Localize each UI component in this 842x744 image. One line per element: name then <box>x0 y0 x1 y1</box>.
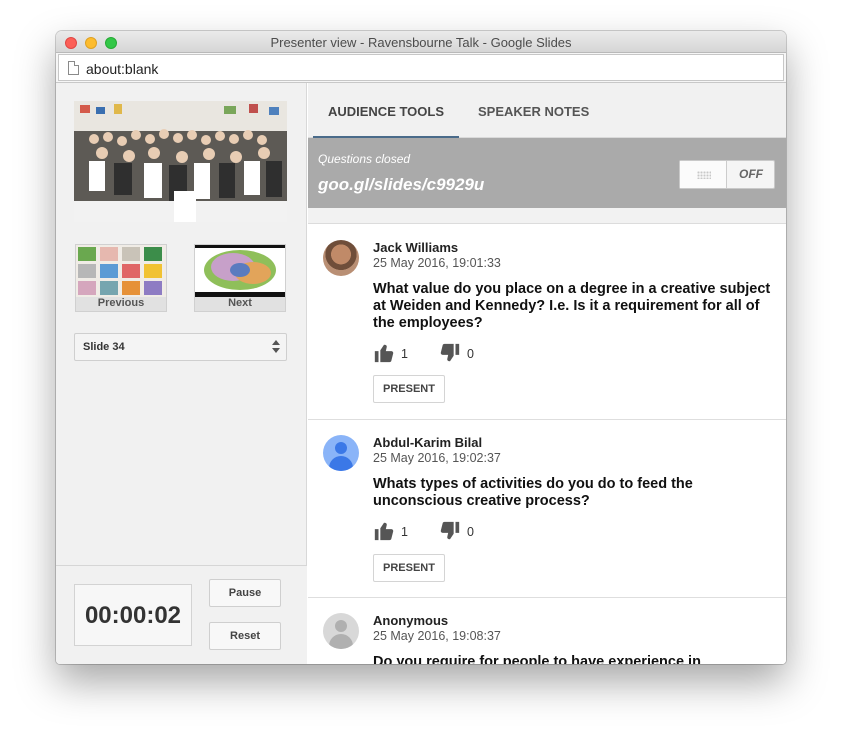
question-card: Abdul-Karim Bilal 25 May 2016, 19:02:37 … <box>308 420 786 598</box>
crowd-photo <box>74 101 287 222</box>
toggle-grip-icon <box>680 161 727 188</box>
title-bar: Presenter view - Ravensbourne Talk - Goo… <box>56 31 786 53</box>
question-author: Anonymous <box>373 613 449 628</box>
question-votes: 1 0 <box>373 520 573 542</box>
upvote-count: 1 <box>401 525 408 539</box>
previous-slide-image <box>76 245 166 297</box>
url-field[interactable]: about:blank <box>58 54 784 81</box>
present-button[interactable]: PRESENT <box>373 554 445 582</box>
current-slide-preview <box>74 101 287 222</box>
tab-audience-tools[interactable]: AUDIENCE TOOLS <box>313 83 459 139</box>
panel-tabs: AUDIENCE TOOLS SPEAKER NOTES <box>308 83 786 139</box>
question-date: 25 May 2016, 19:08:37 <box>373 629 501 643</box>
slide-selector[interactable]: Slide 34 <box>74 333 287 361</box>
question-date: 25 May 2016, 19:02:37 <box>373 451 501 465</box>
url-text: about:blank <box>86 61 159 77</box>
next-label: Next <box>228 297 252 309</box>
next-slide-image <box>195 245 285 297</box>
user-avatar <box>323 240 359 276</box>
question-text: Do you require for people to have experi… <box>373 654 701 664</box>
questions-header: Questions closed goo.gl/slides/c9929u OF… <box>308 138 786 208</box>
question-author: Jack Williams <box>373 240 459 255</box>
question-votes: 1 0 <box>373 342 573 364</box>
thumbs-down-icon[interactable] <box>439 342 461 364</box>
question-card: Jack Williams 25 May 2016, 19:01:33 What… <box>308 225 786 420</box>
timer-value: 00:00:02 <box>84 602 182 629</box>
questions-status: Questions closed <box>318 152 411 166</box>
timer-display: 00:00:02 <box>74 584 192 646</box>
question-text: What value do you place on a degree in a… <box>373 281 771 331</box>
downvote-count: 0 <box>467 347 474 361</box>
page-icon <box>68 61 79 75</box>
thumbs-down-icon[interactable] <box>439 520 461 542</box>
present-button[interactable]: PRESENT <box>373 375 445 403</box>
questions-divider <box>308 208 786 224</box>
previous-label: Previous <box>97 297 145 309</box>
tab-speaker-notes[interactable]: SPEAKER NOTES <box>478 83 589 138</box>
question-text: Whats types of activities do you do to f… <box>373 476 693 509</box>
questions-link[interactable]: goo.gl/slides/c9929u <box>318 175 484 195</box>
select-arrows-icon <box>272 340 280 354</box>
questions-toggle[interactable]: OFF <box>679 160 775 189</box>
anonymous-icon <box>323 613 359 649</box>
toggle-state: OFF <box>739 167 763 181</box>
address-bar: about:blank <box>56 53 786 83</box>
question-date: 25 May 2016, 19:01:33 <box>373 256 501 270</box>
window-title: Presenter view - Ravensbourne Talk - Goo… <box>270 35 572 50</box>
slide-selector-value: Slide 34 <box>83 341 125 353</box>
pause-button[interactable]: Pause <box>209 579 281 607</box>
question-card: Anonymous 25 May 2016, 19:08:37 Do you r… <box>308 598 786 664</box>
timer-area: 00:00:02 Pause Reset <box>56 565 307 664</box>
slides-panel: Previous Next Slide 34 00:00:02 Pause Re… <box>56 83 307 664</box>
thumbs-up-icon[interactable] <box>373 520 395 542</box>
downvote-count: 0 <box>467 525 474 539</box>
browser-window: Presenter view - Ravensbourne Talk - Goo… <box>56 31 786 664</box>
tools-panel: AUDIENCE TOOLS SPEAKER NOTES Questions c… <box>308 83 786 664</box>
reset-button[interactable]: Reset <box>209 622 281 650</box>
previous-slide-thumbnail[interactable]: Previous <box>75 244 167 312</box>
question-author: Abdul-Karim Bilal <box>373 435 483 450</box>
person-icon <box>323 435 359 471</box>
next-slide-thumbnail[interactable]: Next <box>194 244 286 312</box>
upvote-count: 1 <box>401 347 408 361</box>
thumbs-up-icon[interactable] <box>373 342 395 364</box>
